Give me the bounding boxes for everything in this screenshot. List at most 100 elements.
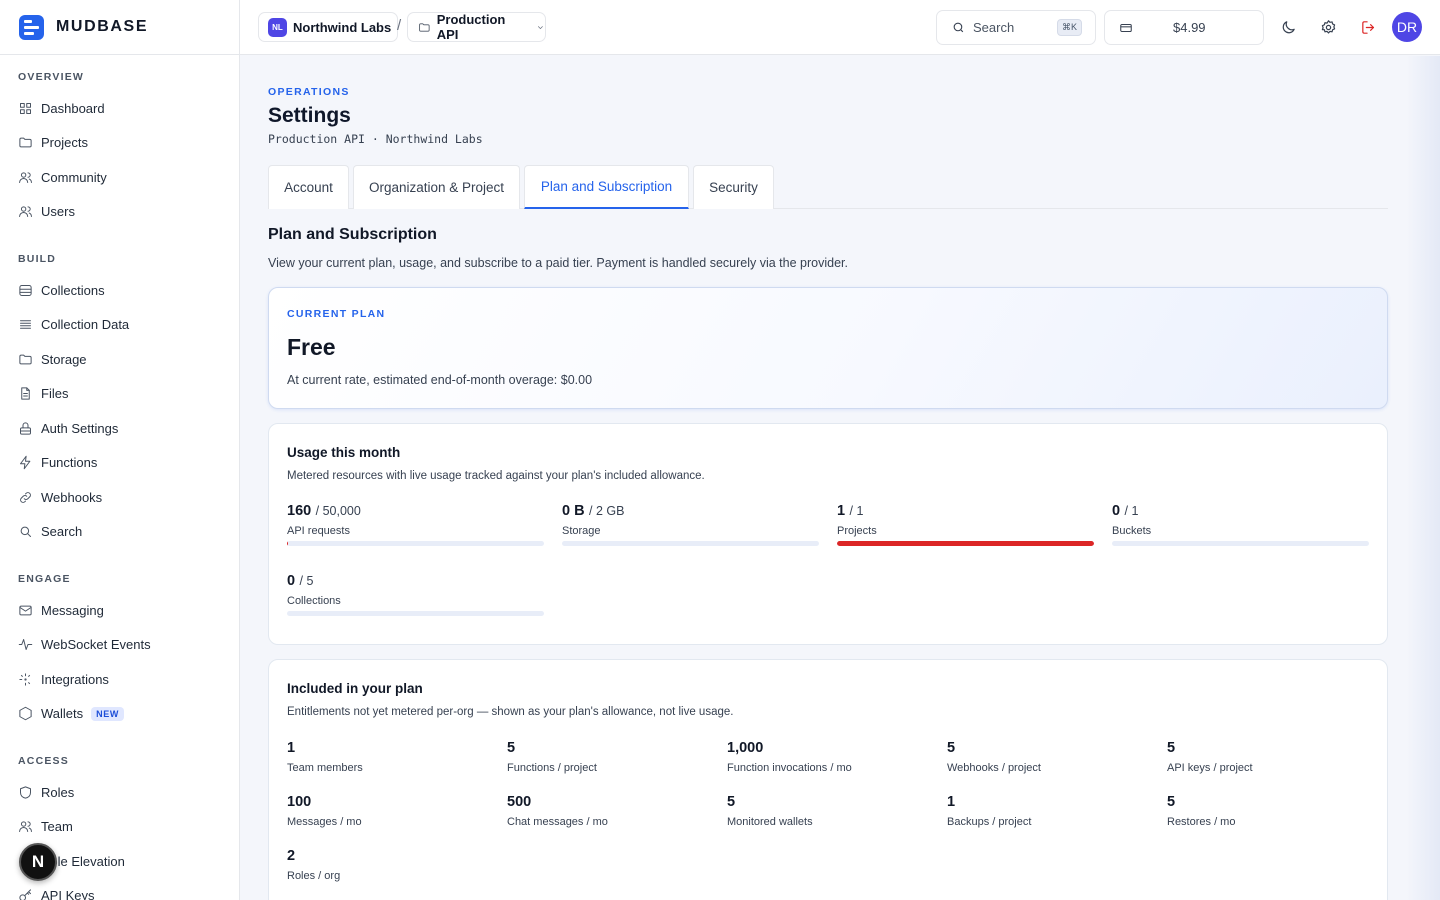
key-icon bbox=[19, 889, 31, 900]
dev-tools-button[interactable]: N bbox=[19, 843, 57, 881]
usage-meter-projects: 1 / 1 Projects bbox=[837, 502, 1094, 546]
meter-limit: / 2 GB bbox=[589, 504, 625, 518]
settings-tabs: Account Organization & Project Plan and … bbox=[268, 165, 1388, 209]
entitlement-functions-project: 5 Functions / project bbox=[507, 740, 707, 774]
brand[interactable]: MUDBASE bbox=[0, 0, 239, 55]
usage-meter-api-requests: 160 / 50,000 API requests bbox=[287, 502, 544, 546]
moon-icon bbox=[1282, 20, 1295, 33]
sidebar-item-label: Functions bbox=[41, 455, 98, 471]
entitlement-value: 1 bbox=[947, 794, 956, 810]
meter-limit: / 5 bbox=[299, 574, 314, 588]
entitlement-roles-org: 2 Roles / org bbox=[287, 848, 487, 882]
gear-icon bbox=[1321, 19, 1335, 34]
sidebar-item-label: WebSocket Events bbox=[41, 637, 151, 653]
entitlement-function-invocations-mo: 1,000 Function invocations / mo bbox=[727, 740, 927, 774]
section-description: View your current plan, usage, and subsc… bbox=[268, 256, 848, 270]
users-icon bbox=[19, 172, 32, 183]
entitlement-backups-project: 1 Backups / project bbox=[947, 794, 1147, 828]
sidebar-item-collections[interactable]: Collections bbox=[18, 273, 239, 308]
sidebar-item-collection-data[interactable]: Collection Data bbox=[18, 308, 239, 343]
brand-name: MUDBASE bbox=[56, 18, 149, 35]
meter-progress-bar bbox=[1112, 541, 1369, 546]
current-plan-card: CURRENT PLAN Free At current rate, estim… bbox=[268, 287, 1388, 409]
sidebar-item-label: Collections bbox=[41, 282, 105, 298]
tab-organization-project[interactable]: Organization & Project bbox=[353, 165, 520, 209]
entitlement-team-members: 1 Team members bbox=[287, 740, 487, 774]
search-button[interactable]: Search ⌘K bbox=[936, 10, 1096, 45]
theme-toggle-button[interactable] bbox=[1277, 15, 1299, 39]
entitlement-restores-mo: 5 Restores / mo bbox=[1167, 794, 1367, 828]
meter-limit: / 50,000 bbox=[315, 504, 361, 518]
entitlement-value: 1 bbox=[287, 740, 296, 756]
sidebar-item-api-keys[interactable]: API Keys bbox=[18, 879, 239, 900]
lock-icon bbox=[20, 422, 31, 435]
entitlement-monitored-wallets: 5 Monitored wallets bbox=[727, 794, 927, 828]
tab-account[interactable]: Account bbox=[268, 165, 349, 209]
meter-progress-fill bbox=[837, 541, 1094, 546]
sidebar-item-wallets[interactable]: Wallets NEW bbox=[18, 697, 239, 732]
entitlement-caption: API keys / project bbox=[1167, 762, 1253, 774]
credit-amount: $4.99 bbox=[1173, 20, 1206, 35]
meter-value: 0 bbox=[287, 573, 296, 589]
logout-button[interactable] bbox=[1357, 15, 1379, 39]
new-badge: NEW bbox=[91, 706, 124, 721]
sidebar-item-auth-settings[interactable]: Auth Settings bbox=[18, 411, 239, 446]
entitlement-messages-mo: 100 Messages / mo bbox=[287, 794, 487, 828]
tab-plan-subscription[interactable]: Plan and Subscription bbox=[524, 165, 689, 209]
nav-section-engage: ENGAGE Messaging WebSocket Events Integrati… bbox=[0, 570, 239, 732]
sidebar-item-messaging[interactable]: Messaging bbox=[18, 593, 239, 628]
current-plan-label: CURRENT PLAN bbox=[287, 308, 386, 320]
entitlement-value: 5 bbox=[1167, 740, 1176, 756]
sidebar-item-label: Users bbox=[41, 204, 75, 220]
usage-description: Metered resources with live usage tracke… bbox=[287, 470, 705, 482]
sidebar-item-team[interactable]: Team bbox=[18, 810, 239, 845]
search-shortcut: ⌘K bbox=[1056, 19, 1082, 36]
nav-section-overview: OVERVIEW Dashboard Projects Community Users bbox=[0, 68, 239, 230]
sidebar-item-search[interactable]: Search bbox=[18, 515, 239, 550]
sidebar-item-websocket-events[interactable]: WebSocket Events bbox=[18, 628, 239, 663]
breadcrumb-separator: / bbox=[397, 17, 402, 34]
chevron-down-icon bbox=[538, 25, 544, 29]
nav-heading: OVERVIEW bbox=[18, 71, 85, 83]
sidebar-item-community[interactable]: Community bbox=[18, 160, 239, 195]
page-subtitle: Production API · Northwind Labs bbox=[268, 132, 483, 146]
sidebar-item-roles[interactable]: Roles bbox=[18, 775, 239, 810]
topbar: NL Northwind Labs / Production API Searc… bbox=[240, 0, 1440, 55]
right-edge-shade bbox=[1406, 56, 1440, 900]
settings-button[interactable] bbox=[1317, 15, 1339, 39]
entitlement-caption: Restores / mo bbox=[1167, 816, 1236, 828]
usage-card: Usage this month Metered resources with … bbox=[268, 423, 1388, 645]
sidebar-item-projects[interactable]: Projects bbox=[18, 126, 239, 161]
section-title: Plan and Subscription bbox=[268, 226, 437, 243]
entitlement-caption: Function invocations / mo bbox=[727, 762, 852, 774]
bolt-icon bbox=[20, 456, 31, 470]
sidebar-item-functions[interactable]: Functions bbox=[18, 446, 239, 481]
sidebar: MUDBASE OVERVIEW Dashboard Projects Communi… bbox=[0, 0, 240, 900]
nav-heading: ACCESS bbox=[18, 755, 69, 767]
credit-balance-button[interactable]: $4.99 bbox=[1104, 10, 1264, 45]
sidebar-item-integrations[interactable]: Integrations bbox=[18, 662, 239, 697]
sidebar-item-users[interactable]: Users bbox=[18, 195, 239, 230]
sidebar-item-label: Files bbox=[41, 386, 69, 402]
usage-title: Usage this month bbox=[287, 445, 401, 460]
org-avatar: NL bbox=[268, 17, 287, 37]
meter-progress-bar bbox=[837, 541, 1094, 546]
sidebar-item-label: Search bbox=[41, 524, 83, 540]
entitlement-caption: Functions / project bbox=[507, 762, 597, 774]
meter-value: 1 bbox=[837, 503, 846, 519]
entitlement-caption: Roles / org bbox=[287, 870, 341, 882]
sidebar-item-files[interactable]: Files bbox=[18, 377, 239, 412]
meter-value: 0 B bbox=[562, 503, 585, 519]
sidebar-item-dashboard[interactable]: Dashboard bbox=[18, 91, 239, 126]
project-switcher[interactable]: Production API bbox=[407, 12, 546, 42]
tab-security[interactable]: Security bbox=[693, 165, 774, 209]
sidebar-item-label: Integrations bbox=[41, 671, 109, 687]
sidebar-item-storage[interactable]: Storage bbox=[18, 342, 239, 377]
user-avatar[interactable]: DR bbox=[1392, 12, 1422, 42]
org-switcher[interactable]: NL Northwind Labs bbox=[258, 12, 398, 42]
sidebar-item-webhooks[interactable]: Webhooks bbox=[18, 480, 239, 515]
entitlement-caption: Backups / project bbox=[947, 816, 1032, 828]
meter-caption: Collections bbox=[287, 595, 341, 607]
org-name: Northwind Labs bbox=[293, 19, 392, 35]
users-icon bbox=[19, 821, 32, 833]
